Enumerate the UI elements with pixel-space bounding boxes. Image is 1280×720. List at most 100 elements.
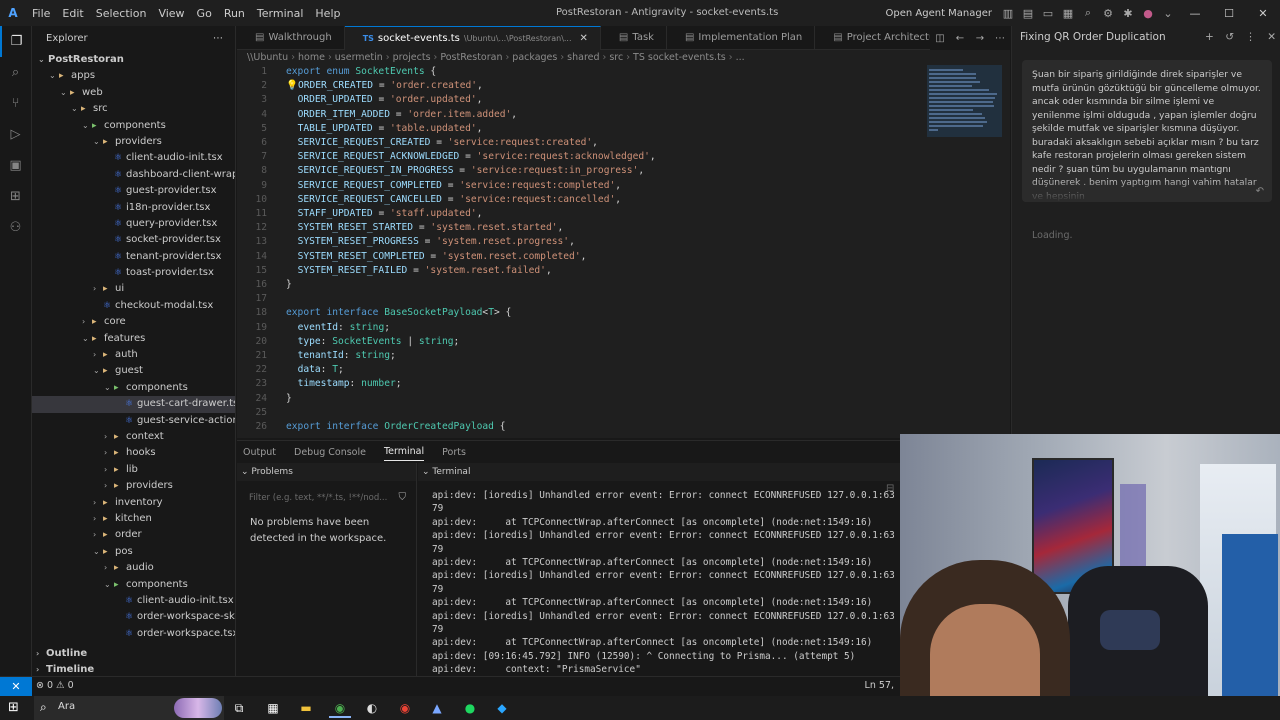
menu-edit[interactable]: Edit (56, 7, 89, 20)
settings-icon[interactable]: ⚙ (1098, 7, 1118, 20)
tree-folder[interactable]: ⌄ ▸ apps (32, 68, 235, 84)
windows-start-icon[interactable]: ⊞ (8, 700, 19, 715)
outline-section[interactable]: › Outline (32, 646, 235, 662)
menu-help[interactable]: Help (309, 7, 346, 20)
run-debug-icon[interactable]: ▷ (0, 119, 31, 150)
minimize-button[interactable]: — (1178, 7, 1212, 20)
breadcrumb-item[interactable]: shared (567, 52, 599, 63)
search-icon[interactable]: ⌕ (0, 57, 31, 88)
menu-file[interactable]: File (26, 7, 56, 20)
antigravity-icon[interactable]: ▲ (426, 698, 448, 718)
close-icon[interactable]: ✕ (1267, 31, 1276, 43)
vscode-icon[interactable]: ◆ (491, 698, 513, 718)
store-icon[interactable]: ▦ (262, 698, 284, 718)
tree-file[interactable]: ⚛ toast-provider.tsx (32, 265, 235, 281)
editor-tab[interactable]: ▤ Task (601, 26, 667, 50)
editor-tab[interactable]: TS socket-events.ts \Ubuntu\...\PostRestor… (344, 26, 601, 50)
file-explorer-icon[interactable]: ▬ (295, 698, 317, 718)
tree-folder[interactable]: ⌄ ▸ src (32, 101, 235, 117)
tree-folder[interactable]: ⌄ PostRestoran (32, 52, 235, 68)
menu-run[interactable]: Run (218, 7, 251, 20)
source-control-icon[interactable]: ⑂ (0, 88, 31, 119)
layout-icon[interactable]: ▥ (998, 7, 1018, 20)
split-editor-icon[interactable]: ◫ (930, 33, 950, 44)
tree-folder[interactable]: ⌄ ▸ features (32, 331, 235, 347)
filter-icon[interactable]: ⛉ (399, 489, 407, 507)
chevron-down-icon[interactable]: ⌄ (1158, 7, 1178, 20)
breadcrumb-item[interactable]: usermetin (335, 52, 383, 63)
tree-folder[interactable]: ⌄ ▸ components (32, 118, 235, 134)
code-editor[interactable]: 1 export enum SocketEvents {2 💡ORDER_CREAT… (237, 65, 1010, 438)
tree-file[interactable]: ⚛dashboard-client-wrapper.tsx (32, 167, 235, 183)
problems-header[interactable]: ⌄ Problems (237, 463, 416, 481)
tree-folder[interactable]: ⌄ ▸ components (32, 577, 235, 593)
cursor-position[interactable]: Ln 57, (865, 680, 894, 691)
gear-icon[interactable]: ✱ (1118, 7, 1138, 20)
extensions-icon[interactable]: ⊞ (0, 181, 31, 212)
breadcrumb-item[interactable]: PostRestoran (440, 52, 502, 63)
chrome-icon[interactable]: ◉ (329, 698, 351, 718)
search-icon[interactable]: ⌕ (1078, 6, 1098, 20)
problems-counter[interactable]: ⊗ 0 ⚠ 0 (36, 680, 74, 691)
tree-folder[interactable]: › ▸ order (32, 527, 235, 543)
tree-folder[interactable]: › ▸ auth (32, 347, 235, 363)
tree-file[interactable]: ⚛ checkout-modal.tsx (32, 298, 235, 314)
panel-tab-terminal[interactable]: Terminal (383, 443, 425, 461)
close-icon[interactable]: ✕ (580, 33, 588, 44)
task-view-icon[interactable]: ⧉ (228, 698, 250, 718)
user-message-bubble[interactable]: Şuan bir sipariş girildiğinde direk sipa… (1022, 60, 1272, 202)
more-actions-icon[interactable]: ⋯ (213, 26, 223, 52)
editor-tab[interactable]: ▤ Implementation Plan (667, 26, 816, 50)
terminal-actions-icon[interactable]: ⊟ (886, 483, 896, 494)
menu-view[interactable]: View (152, 7, 190, 20)
tree-folder[interactable]: › ▸ ui (32, 281, 235, 297)
tree-file[interactable]: ⚛ socket-provider.tsx (32, 232, 235, 248)
tree-file[interactable]: ⚛order-workspace-skeleton.tsx (32, 609, 235, 625)
tree-folder[interactable]: ⌄ ▸ web (32, 85, 235, 101)
breadcrumb-item[interactable]: TS socket-events.ts (633, 52, 726, 63)
editor-tab[interactable]: ▤ Walkthrough (237, 26, 345, 50)
tree-folder[interactable]: › ▸ audio (32, 560, 235, 576)
tree-file[interactable]: ⚛ guest-cart-drawer.tsx (32, 396, 235, 413)
more-icon[interactable]: ⋮ (1245, 31, 1256, 43)
agent-icon[interactable]: ⚇ (0, 212, 31, 243)
panel-tab-ports[interactable]: Ports (442, 444, 466, 461)
problems-filter-input[interactable]: Filter (e.g. text, **/*.ts, !**/nod... ⛉ (249, 489, 406, 507)
tree-folder[interactable]: › ▸ inventory (32, 495, 235, 511)
forward-icon[interactable]: → (970, 33, 990, 44)
explorer-icon[interactable]: ❐ (0, 26, 31, 57)
remote-explorer-icon[interactable]: ▣ (0, 150, 31, 181)
timeline-section[interactable]: › Timeline (32, 662, 235, 676)
tree-file[interactable]: ⚛ i18n-provider.tsx (32, 200, 235, 216)
back-icon[interactable]: ← (950, 33, 970, 44)
tree-folder[interactable]: › ▸ hooks (32, 445, 235, 461)
menu-selection[interactable]: Selection (90, 7, 153, 20)
tree-folder[interactable]: ⌄ ▸ guest (32, 363, 235, 379)
undo-icon[interactable]: ↶ (1256, 185, 1264, 199)
tree-folder[interactable]: › ▸ providers (32, 478, 235, 494)
tree-folder[interactable]: › ▸ kitchen (32, 511, 235, 527)
breadcrumb-item[interactable]: home (298, 52, 325, 63)
breadcrumb-item[interactable]: projects (393, 52, 431, 63)
history-icon[interactable]: ↺ (1225, 31, 1234, 43)
breadcrumb-item[interactable]: ... (736, 52, 745, 63)
panel-toggle-icon[interactable]: ▭ (1038, 7, 1058, 20)
panel-tab-output[interactable]: Output (243, 444, 276, 461)
sidebar-toggle-icon[interactable]: ▤ (1018, 7, 1038, 20)
account-icon[interactable]: ● (1138, 7, 1158, 20)
tree-file[interactable]: ⚛guest-service-action-menu.t... (32, 413, 235, 429)
tree-file[interactable]: ⚛ client-audio-init.tsx (32, 593, 235, 609)
breadcrumb-item[interactable]: src (609, 52, 623, 63)
tree-file[interactable]: ⚛ guest-provider.tsx (32, 183, 235, 199)
maximize-button[interactable]: ☐ (1212, 7, 1246, 20)
tree-file[interactable]: ⚛ order-workspace.tsx (32, 626, 235, 642)
tree-folder[interactable]: ⌄ ▸ components (32, 380, 235, 396)
new-chat-icon[interactable]: + (1205, 31, 1214, 43)
tree-file[interactable]: ⚛ tenant-provider.tsx (32, 249, 235, 265)
close-button[interactable]: ✕ (1246, 7, 1280, 20)
menu-terminal[interactable]: Terminal (251, 7, 310, 20)
terminal-view[interactable]: ⌄ Terminal api:dev: [ioredis] Unhandled … (418, 463, 900, 677)
open-agent-manager-button[interactable]: Open Agent Manager (886, 8, 993, 19)
tree-folder[interactable]: ⌄ ▸ providers (32, 134, 235, 150)
tree-folder[interactable]: ⌄ ▸ pos (32, 544, 235, 560)
